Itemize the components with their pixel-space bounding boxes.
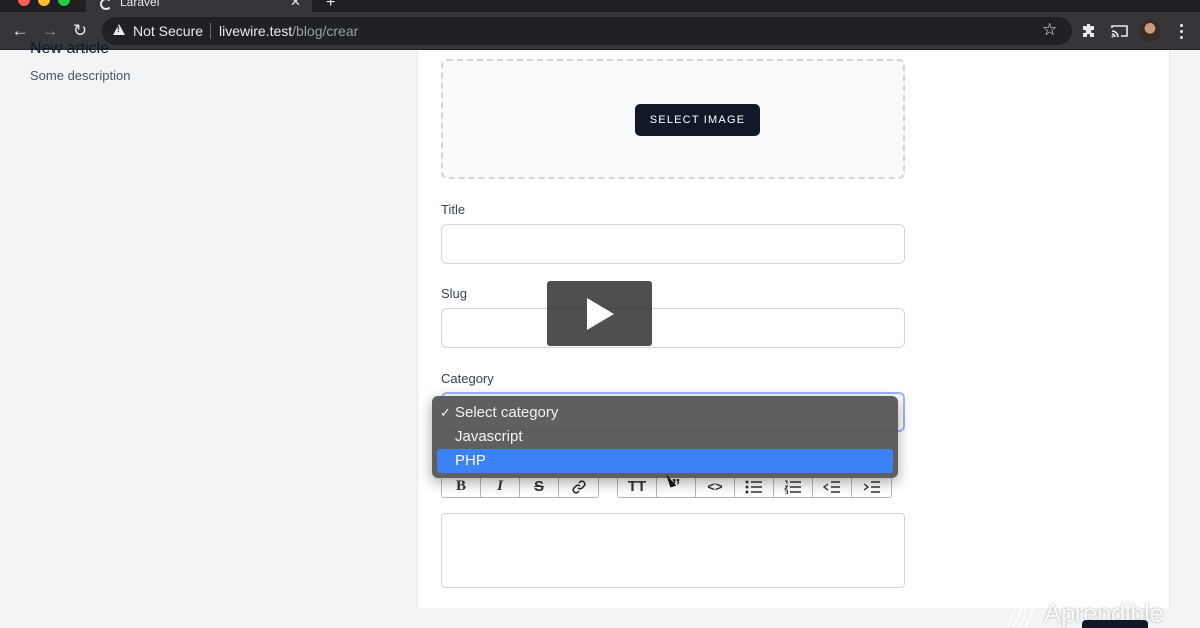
category-label: Category [441, 371, 494, 386]
checkmark-icon: ✓ [440, 405, 451, 420]
window-close-control[interactable] [18, 0, 30, 6]
extensions-puzzle-icon[interactable] [1078, 20, 1100, 42]
video-play-button[interactable] [547, 281, 652, 346]
numbered-list-icon[interactable] [774, 476, 813, 497]
aprendible-logo-icon [1007, 595, 1037, 627]
heading-icon[interactable]: TT [618, 476, 657, 497]
category-option-javascript[interactable]: Javascript [437, 425, 893, 449]
url-host: livewire.test [219, 23, 293, 39]
link-icon[interactable] [559, 476, 598, 497]
url-text[interactable]: livewire.test/blog/crear [219, 23, 358, 39]
page-heading: New article [30, 40, 110, 57]
window-minimize-control[interactable] [38, 0, 50, 6]
reload-icon[interactable]: ↻ [69, 20, 91, 42]
warning-icon [113, 24, 125, 35]
title-input[interactable] [441, 224, 905, 264]
tab-close-icon[interactable]: ✕ [290, 0, 301, 10]
window-zoom-control[interactable] [58, 0, 70, 6]
category-dropdown-menu: ✓ Select category Javascript PHP [432, 396, 898, 478]
browser-toolbar: ← → ↻ Not Secure livewire.test/blog/crea… [0, 12, 1200, 50]
new-tab-icon[interactable]: + [326, 0, 335, 12]
profile-avatar[interactable] [1139, 20, 1161, 42]
forward-arrow-icon[interactable]: → [39, 20, 61, 42]
slug-label: Slug [441, 286, 468, 301]
bookmark-star-icon[interactable]: ☆ [1042, 20, 1057, 40]
option-label: Javascript [455, 428, 523, 445]
submit-button-partial[interactable] [1082, 620, 1148, 628]
url-path: /blog/crear [292, 23, 359, 39]
category-option-php[interactable]: PHP [437, 449, 893, 473]
page-description: Some description [30, 68, 131, 83]
security-status[interactable]: Not Secure [133, 23, 203, 39]
article-form-card: SELECT IMAGE Title Slug Category B I S T… [417, 50, 1170, 608]
title-label: Title [441, 202, 466, 217]
address-bar[interactable]: Not Secure livewire.test/blog/crear ☆ [102, 17, 1072, 45]
strikethrough-icon[interactable]: S [520, 476, 559, 497]
editor-toolbar-blocks: TT ” <> [617, 476, 892, 498]
indent-icon[interactable] [852, 476, 891, 497]
option-label: Select category [455, 404, 559, 421]
browser-menu-icon[interactable] [1174, 20, 1188, 42]
cast-icon[interactable] [1108, 20, 1130, 42]
tab-title: Laravel [120, 0, 160, 9]
bullet-list-icon[interactable] [735, 476, 774, 497]
back-arrow-icon[interactable]: ← [9, 20, 31, 42]
italic-icon[interactable]: I [481, 476, 520, 497]
slug-input[interactable] [441, 308, 905, 348]
browser-tab[interactable]: Laravel ✕ [86, 0, 312, 12]
image-dropzone[interactable]: SELECT IMAGE [441, 59, 905, 179]
tab-favicon-icon [100, 0, 112, 10]
code-icon[interactable]: <> [696, 476, 735, 497]
bold-icon[interactable]: B [442, 476, 481, 497]
option-label: PHP [455, 452, 486, 469]
select-image-button[interactable]: SELECT IMAGE [635, 104, 760, 136]
content-editor[interactable] [441, 513, 905, 588]
editor-toolbar-format: B I S [441, 476, 599, 498]
category-option-select[interactable]: ✓ Select category [437, 401, 893, 425]
outdent-icon[interactable] [813, 476, 852, 497]
browser-tab-strip: Laravel ✕ + [0, 0, 1200, 12]
address-divider [210, 23, 211, 39]
